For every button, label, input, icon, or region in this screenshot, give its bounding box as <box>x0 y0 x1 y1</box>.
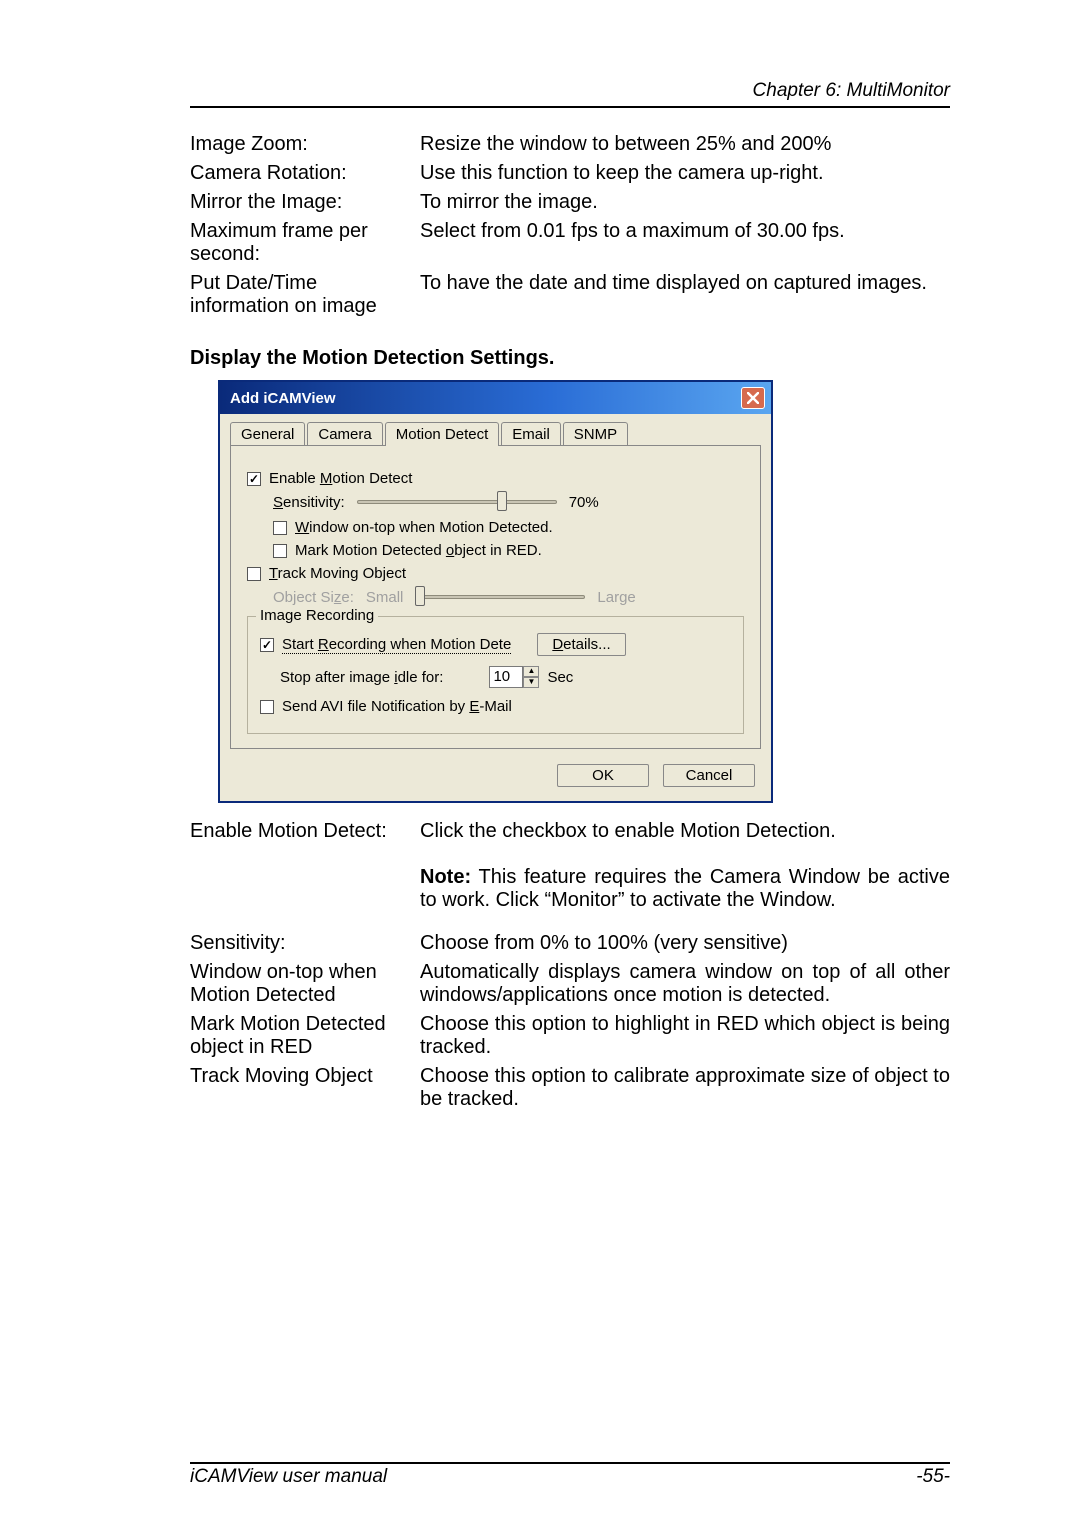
tab-email[interactable]: Email <box>501 422 561 446</box>
def-row: Window on-top when Motion DetectedAutoma… <box>190 958 950 1010</box>
mark-red-label: Mark Motion Detected object in RED. <box>295 542 542 559</box>
def-desc: To mirror the image. <box>420 188 950 217</box>
image-recording-group: Image Recording Start Recording when Mot… <box>247 616 744 734</box>
def-row: Sensitivity:Choose from 0% to 100% (very… <box>190 929 950 958</box>
close-icon <box>747 392 759 404</box>
def-desc: Select from 0.01 fps to a maximum of 30.… <box>420 217 950 269</box>
def-term: Maximum frame per second: <box>190 217 420 269</box>
def-desc: Use this function to keep the camera up-… <box>420 159 950 188</box>
tab-camera[interactable]: Camera <box>307 422 382 446</box>
sensitivity-label: Sensitivity: <box>273 494 345 511</box>
track-moving-checkbox[interactable] <box>247 567 261 581</box>
tab-body-motion-detect: Enable Motion Detect Sensitivity: 70% Wi… <box>230 445 761 749</box>
def-desc: Resize the window to between 25% and 200… <box>420 130 950 159</box>
def-desc: Click the checkbox to enable Motion Dete… <box>420 817 950 915</box>
window-on-top-checkbox[interactable] <box>273 521 287 535</box>
def-term: Sensitivity: <box>190 929 420 958</box>
mark-red-checkbox[interactable] <box>273 544 287 558</box>
def-row: Put Date/Time information on imageTo hav… <box>190 269 950 321</box>
def-term: Enable Motion Detect: <box>190 817 420 915</box>
object-size-large: Large <box>597 589 635 606</box>
def-term: Mirror the Image: <box>190 188 420 217</box>
def-term: Image Zoom: <box>190 130 420 159</box>
dialog-title: Add iCAMView <box>230 390 336 407</box>
image-recording-legend: Image Recording <box>256 607 378 624</box>
start-recording-label: Start Recording when Motion Dete <box>282 636 511 654</box>
dialog-tabstrip: General Camera Motion Detect Email SNMP <box>220 414 771 446</box>
add-icamview-dialog: Add iCAMView General Camera Motion Detec… <box>218 380 773 803</box>
def-row: Mirror the Image:To mirror the image. <box>190 188 950 217</box>
top-definitions-table: Image Zoom:Resize the window to between … <box>190 130 950 321</box>
def-term: Mark Motion Detected object in RED <box>190 1010 420 1062</box>
send-avi-label: Send AVI file Notification by E-Mail <box>282 698 512 715</box>
def-desc: Choose from 0% to 100% (very sensitive) <box>420 929 950 958</box>
stop-after-value[interactable]: 10 <box>489 666 523 688</box>
enable-motion-checkbox[interactable] <box>247 472 261 486</box>
def-term: Track Moving Object <box>190 1062 420 1114</box>
def-row: Maximum frame per second:Select from 0.0… <box>190 217 950 269</box>
page-footer: iCAMView user manual -55- <box>190 1462 950 1488</box>
tab-snmp[interactable]: SNMP <box>563 422 628 446</box>
def-desc: Choose this option to calibrate approxim… <box>420 1062 950 1114</box>
tab-motion-detect[interactable]: Motion Detect <box>385 422 500 446</box>
spinner-down-icon[interactable]: ▼ <box>523 677 539 688</box>
stop-after-unit: Sec <box>547 669 573 686</box>
sensitivity-value: 70% <box>569 494 599 511</box>
def-desc: To have the date and time displayed on c… <box>420 269 950 321</box>
cancel-button[interactable]: Cancel <box>663 764 755 787</box>
def-term: Camera Rotation: <box>190 159 420 188</box>
object-size-slider <box>415 588 585 606</box>
def-row: Image Zoom:Resize the window to between … <box>190 130 950 159</box>
stop-after-spinner[interactable]: 10 ▲ ▼ <box>489 666 539 688</box>
bottom-definitions-table: Enable Motion Detect: Click the checkbox… <box>190 817 950 1114</box>
def-desc: Automatically displays camera window on … <box>420 958 950 1010</box>
sensitivity-slider[interactable] <box>357 493 557 511</box>
def-row: Enable Motion Detect: Click the checkbox… <box>190 817 950 915</box>
close-button[interactable] <box>741 387 765 409</box>
enable-motion-label: Enable Motion Detect <box>269 470 412 487</box>
track-moving-label: Track Moving Object <box>269 565 406 582</box>
def-row: Camera Rotation:Use this function to kee… <box>190 159 950 188</box>
chapter-header: Chapter 6: MultiMonitor <box>190 80 950 108</box>
tab-general[interactable]: General <box>230 422 305 446</box>
object-size-small: Small <box>366 589 404 606</box>
object-size-label: Object Size: <box>273 589 354 606</box>
def-term: Window on-top when Motion Detected <box>190 958 420 1010</box>
def-term: Put Date/Time information on image <box>190 269 420 321</box>
details-button[interactable]: Details... <box>537 633 625 656</box>
footer-left: iCAMView user manual <box>190 1466 387 1488</box>
section-heading: Display the Motion Detection Settings. <box>190 347 950 370</box>
spinner-up-icon[interactable]: ▲ <box>523 666 539 677</box>
def-row: Mark Motion Detected object in REDChoose… <box>190 1010 950 1062</box>
def-desc: Choose this option to highlight in RED w… <box>420 1010 950 1062</box>
stop-after-label: Stop after image idle for: <box>280 669 443 686</box>
footer-page: -55- <box>916 1466 950 1488</box>
dialog-titlebar: Add iCAMView <box>220 382 771 414</box>
window-on-top-label: Window on-top when Motion Detected. <box>295 519 553 536</box>
send-avi-checkbox[interactable] <box>260 700 274 714</box>
start-recording-checkbox[interactable] <box>260 638 274 652</box>
ok-button[interactable]: OK <box>557 764 649 787</box>
def-row: Track Moving ObjectChoose this option to… <box>190 1062 950 1114</box>
